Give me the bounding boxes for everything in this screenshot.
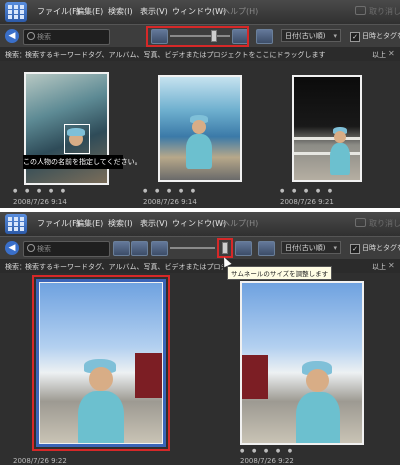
rating-stars[interactable]: ● ● ● ● ● — [280, 188, 335, 194]
single-view-icon[interactable] — [256, 29, 273, 44]
organizer-window-top: ファイル(F) 編集(E) 検索(I) 表示(V) ウィンドウ(W) ヘルプ(H… — [0, 0, 400, 208]
search-placeholder: 検索 — [37, 33, 51, 41]
menu-find[interactable]: 検索(I) — [108, 6, 133, 17]
undo-button[interactable]: 取り消し — [355, 218, 400, 229]
highlight-box-slider — [146, 26, 249, 47]
menu-edit[interactable]: 編集(E) — [76, 218, 103, 229]
chevron-down-icon: ▾ — [333, 32, 337, 40]
photo-subject — [334, 131, 346, 143]
undo-button[interactable]: 取り消し — [355, 6, 400, 17]
highlight-box-selection — [32, 275, 170, 451]
view-mode-icon[interactable] — [113, 241, 130, 256]
thumbnail-size-slider[interactable] — [170, 247, 215, 249]
tooltip: サムネールのサイズを調整します — [227, 266, 333, 280]
menu-edit[interactable]: 編集(E) — [76, 6, 103, 17]
face-tag-prompt: この人物の名前を指定してください。 — [23, 155, 142, 169]
search-placeholder: 検索 — [37, 245, 51, 253]
rating-stars[interactable]: ● ● ● ● ● — [13, 188, 68, 194]
photo-subject — [186, 134, 212, 169]
search-bar-hint: 検索するキーワードタグ、アルバム、写真、ビデオまたはプロジェクトをここにドラッグ… — [25, 51, 326, 59]
organizer-window-bottom: ファイル(F) 編集(E) 検索(I) 表示(V) ウィンドウ(W) ヘルプ(H… — [0, 212, 400, 465]
show-date-tags-label: 日時とタグを表示 — [362, 244, 400, 252]
show-date-tags-label: 日時とタグを表示 — [362, 32, 400, 40]
menu-help[interactable]: ヘルプ(H) — [222, 218, 258, 229]
undo-label: 取り消し — [369, 219, 400, 228]
menu-window[interactable]: ウィンドウ(W) — [172, 218, 226, 229]
photo-subject — [306, 369, 329, 392]
close-icon[interactable]: ✕ — [388, 261, 395, 270]
photo-date: 2008/7/26 9:21 — [280, 198, 334, 206]
search-drop-bar: 検索： 検索するキーワードタグ、アルバム、写真、ビデオまたはプロジェクトをここに… — [0, 47, 400, 61]
chevron-down-icon: ▾ — [333, 244, 337, 252]
sort-order-select[interactable]: 日付(古い順) ▾ — [281, 29, 341, 42]
sort-order-select[interactable]: 日付(古い順) ▾ — [281, 241, 341, 254]
railing — [294, 137, 360, 140]
menu-window[interactable]: ウィンドウ(W) — [172, 6, 226, 17]
bus — [242, 355, 268, 399]
menu-view[interactable]: 表示(V) — [140, 6, 168, 17]
toolbar: ◀ 検索 日付(古い順) ▾ ✓日時とタグを表示 — [0, 24, 400, 48]
photo-thumbnail[interactable] — [292, 75, 362, 182]
rating-stars[interactable]: ● ● ● ● ● — [143, 188, 198, 194]
back-arrow-icon[interactable]: ◀ — [5, 29, 19, 43]
sort-order-value: 日付(古い順) — [285, 32, 326, 40]
more-button[interactable]: 以上 — [372, 262, 386, 272]
photo-date: 2008/7/26 9:14 — [143, 198, 197, 206]
photo-thumbnail[interactable] — [158, 75, 242, 182]
app-icon[interactable] — [5, 2, 27, 22]
photo-date: 2008/7/26 9:22 — [13, 457, 67, 465]
menu-find[interactable]: 検索(I) — [108, 218, 133, 229]
photo-date: 2008/7/26 9:14 — [13, 198, 67, 206]
menu-view[interactable]: 表示(V) — [140, 218, 168, 229]
toolbar: ◀ 検索 日付(古い順) ▾ ✓日時とタグを表示 — [0, 236, 400, 260]
back-arrow-icon[interactable]: ◀ — [5, 241, 19, 255]
rating-stars[interactable]: ● ● ● ● ● — [240, 448, 295, 454]
menu-bar: ファイル(F) 編集(E) 検索(I) 表示(V) ウィンドウ(W) ヘルプ(H… — [0, 212, 400, 236]
search-bar-hint: 検索するキーワードタグ、アルバム、写真、ビデオまたはプロジェクトをここにドラッグ… — [25, 263, 223, 271]
menu-file[interactable]: ファイル(F) — [37, 218, 80, 229]
menu-file[interactable]: ファイル(F) — [37, 6, 80, 17]
photo-date: 2008/7/26 9:22 — [240, 457, 294, 465]
photo-subject — [192, 120, 206, 134]
show-date-tags-checkbox[interactable]: ✓日時とタグを表示 — [350, 31, 400, 42]
search-bar-label: 検索： — [5, 263, 26, 271]
search-bar-label: 検索： — [5, 51, 26, 59]
photo-subject — [296, 392, 340, 443]
photo-subject — [330, 143, 350, 175]
undo-icon — [355, 6, 366, 15]
sort-order-value: 日付(古い順) — [285, 244, 326, 252]
undo-icon — [355, 218, 366, 227]
close-icon[interactable]: ✕ — [388, 49, 395, 58]
highlight-box-slider-thumb — [217, 238, 233, 258]
show-date-tags-checkbox[interactable]: ✓日時とタグを表示 — [350, 243, 400, 254]
menu-help[interactable]: ヘルプ(H) — [222, 6, 258, 17]
undo-label: 取り消し — [369, 7, 400, 16]
checkbox-mark: ✓ — [350, 32, 360, 42]
view-mode-icon[interactable] — [131, 241, 148, 256]
photo-thumbnail[interactable] — [240, 281, 364, 445]
search-input[interactable]: 検索 — [23, 29, 110, 45]
small-thumbnail-icon[interactable] — [151, 241, 168, 256]
more-button[interactable]: 以上 — [372, 50, 386, 60]
app-icon[interactable] — [5, 214, 27, 234]
checkbox-mark: ✓ — [350, 244, 360, 254]
search-icon — [27, 244, 35, 252]
single-view-icon[interactable] — [258, 241, 275, 256]
face-tag-box[interactable] — [64, 124, 90, 154]
search-input[interactable]: 検索 — [23, 241, 110, 257]
large-thumbnail-icon[interactable] — [235, 241, 252, 256]
search-drop-bar: 検索： 検索するキーワードタグ、アルバム、写真、ビデオまたはプロジェクトをここに… — [0, 259, 400, 273]
railing — [294, 152, 360, 155]
search-icon — [27, 32, 35, 40]
menu-bar: ファイル(F) 編集(E) 検索(I) 表示(V) ウィンドウ(W) ヘルプ(H… — [0, 0, 400, 24]
